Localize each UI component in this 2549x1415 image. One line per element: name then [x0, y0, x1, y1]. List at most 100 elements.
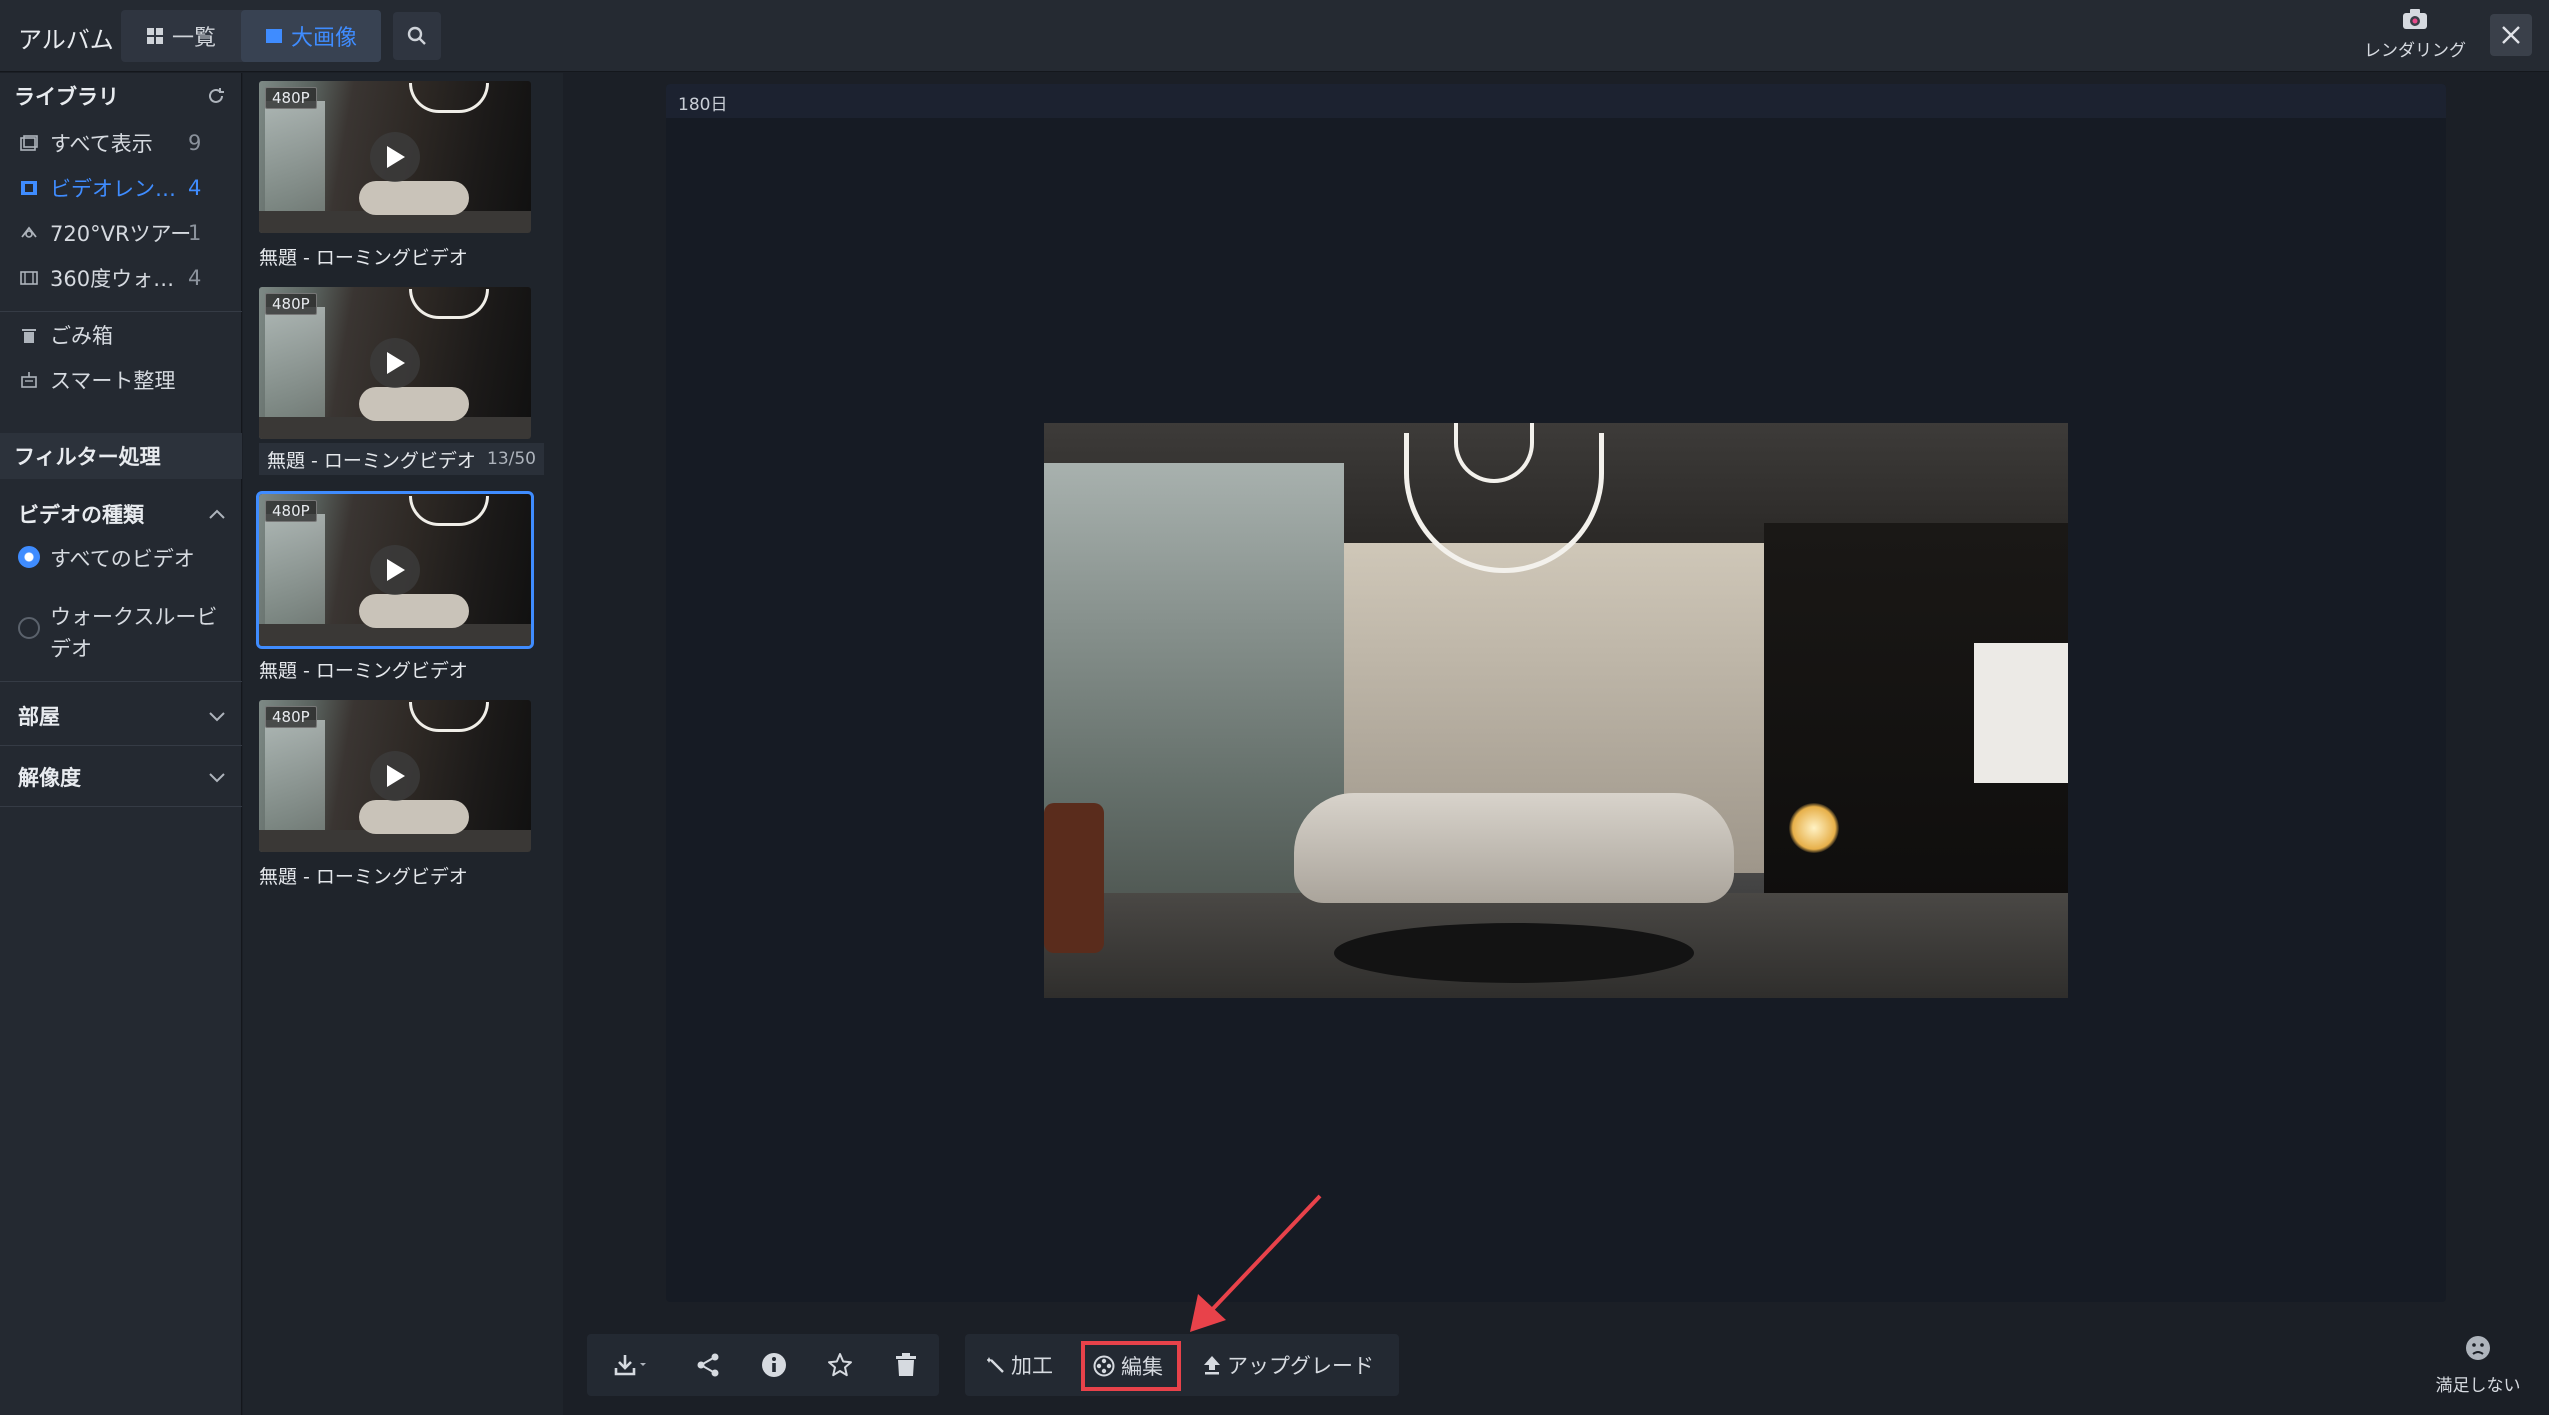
play-button[interactable] — [370, 751, 420, 801]
tab-large-label: 大画像 — [290, 26, 357, 51]
resolution-title: 解像度 — [18, 766, 81, 790]
resolution-header[interactable]: 解像度 — [0, 754, 242, 800]
media-viewer: 180日 — [666, 84, 2446, 1302]
thumbnail-card[interactable]: 480P 無題 - ローミングビデオ — [259, 700, 531, 888]
resolution-badge: 480P — [265, 706, 317, 728]
retention-label: 180日 — [678, 95, 728, 115]
library-title: ライブラリ — [14, 85, 119, 109]
thumbnail-card[interactable]: 480P 無題 - ローミングビデオ 13/50 — [259, 287, 544, 475]
page-counter: 13/50 — [487, 449, 536, 469]
play-icon — [387, 146, 405, 168]
sidebar-item-count: 1 — [188, 221, 202, 245]
thumbnail-title: 無題 - ローミングビデオ — [267, 449, 476, 472]
view-mode-tabs: 一覧 大画像 — [121, 10, 381, 62]
sidebar-item-count: 9 — [188, 131, 202, 155]
radio-label: ウォークスルービデオ — [50, 605, 218, 661]
play-icon — [387, 352, 405, 374]
camera-icon — [2403, 9, 2427, 29]
sidebar-item-label: ごみ箱 — [50, 324, 113, 348]
sidebar-item-label: 360度ウォ… — [50, 267, 175, 291]
search-icon — [407, 26, 426, 45]
trash-icon — [896, 1353, 916, 1376]
tab-list-view[interactable]: 一覧 — [121, 10, 241, 62]
video-thumbnail[interactable]: 480P — [259, 81, 531, 233]
annotation-arrow — [1190, 1194, 1322, 1332]
room-header[interactable]: 部屋 — [0, 693, 242, 739]
sidebar-item-video-render[interactable]: ビデオレン… 4 — [18, 170, 228, 206]
thumbnail-title-row: 無題 - ローミングビデオ — [259, 243, 531, 269]
video-thumbnail[interactable]: 480P — [259, 700, 531, 852]
edit-toolbar: 加工 編集 アップグレード — [965, 1334, 1399, 1396]
resolution-badge: 480P — [265, 293, 317, 315]
sad-face-icon — [2466, 1336, 2490, 1360]
process-button[interactable]: 加工 — [987, 1334, 1053, 1396]
thumbnail-card-selected[interactable]: 480P 無題 - ローミングビデオ — [256, 491, 534, 682]
video-thumbnail[interactable]: 480P — [259, 287, 531, 439]
delete-button[interactable] — [873, 1334, 939, 1396]
radio-label: すべてのビデオ — [50, 547, 195, 571]
upgrade-button[interactable]: アップグレード — [1203, 1334, 1374, 1396]
chevron-down-icon — [209, 712, 225, 722]
tab-list-label: 一覧 — [171, 26, 216, 51]
app-title: アルバム — [18, 26, 114, 54]
radio-button-selected[interactable] — [18, 546, 40, 568]
video-thumbnail[interactable]: 480P — [256, 491, 534, 649]
play-icon — [387, 765, 405, 787]
close-button[interactable] — [2490, 14, 2532, 56]
resolution-badge: 480P — [265, 500, 317, 522]
info-icon — [762, 1353, 786, 1377]
thumbnail-title: 無題 - ローミングビデオ — [259, 659, 468, 682]
thumbnail-card[interactable]: 480P 無題 - ローミングビデオ — [259, 81, 531, 269]
thumbnail-title: 無題 - ローミングビデオ — [259, 246, 468, 269]
video-type-title: ビデオの種類 — [18, 503, 144, 527]
sidebar-item-360-walk[interactable]: 360度ウォ… 4 — [18, 260, 228, 296]
download-button[interactable] — [587, 1334, 675, 1396]
chevron-down-icon — [209, 773, 225, 783]
radio-button[interactable] — [18, 617, 40, 639]
play-button[interactable] — [370, 132, 420, 182]
main-preview-image[interactable] — [1044, 423, 2068, 998]
download-icon — [614, 1355, 646, 1376]
radio-all-videos[interactable]: すべてのビデオ — [18, 543, 228, 573]
sidebar-item-label: すべて表示 — [50, 132, 153, 156]
thumbnail-title-row: 無題 - ローミングビデオ — [259, 656, 531, 682]
images-icon — [20, 135, 38, 151]
favorite-button[interactable] — [807, 1334, 873, 1396]
vr-icon — [21, 226, 37, 238]
play-button[interactable] — [370, 338, 420, 388]
edit-button[interactable]: 編集 — [1081, 1341, 1181, 1391]
share-button[interactable] — [675, 1334, 741, 1396]
sidebar-item-smart-organize[interactable]: スマート整理 — [18, 362, 228, 398]
filter-header: フィルター処理 — [0, 433, 242, 479]
sidebar-item-trash[interactable]: ごみ箱 — [18, 317, 228, 353]
thumbnail-title-row: 無題 - ローミングビデオ — [259, 862, 531, 888]
close-icon — [2502, 26, 2520, 44]
feedback-button[interactable]: 満足しない — [2428, 1335, 2528, 1396]
edit-label: 編集 — [1121, 1355, 1163, 1379]
room-title: 部屋 — [18, 705, 60, 729]
tab-large-image-view[interactable]: 大画像 — [241, 10, 381, 62]
radio-walkthrough-videos[interactable]: ウォークスルービデオ — [18, 601, 228, 665]
play-button[interactable] — [370, 545, 420, 595]
media-action-toolbar — [587, 1334, 939, 1396]
video-type-header[interactable]: ビデオの種類 — [0, 491, 242, 537]
top-bar: アルバム 一覧 大画像 レンダリング — [0, 0, 2549, 72]
sidebar-item-all[interactable]: すべて表示 9 — [18, 125, 228, 161]
divider — [0, 681, 242, 682]
trash-icon — [22, 329, 36, 343]
grid-icon — [146, 28, 163, 44]
sidebar-item-label: スマート整理 — [50, 369, 176, 393]
search-button[interactable] — [393, 12, 441, 60]
refresh-icon[interactable] — [206, 86, 226, 106]
thumbnail-title: 無題 - ローミングビデオ — [259, 865, 468, 888]
rendering-button[interactable]: レンダリング — [2360, 8, 2470, 64]
sidebar-item-count: 4 — [188, 266, 202, 290]
star-icon — [828, 1353, 852, 1377]
info-button[interactable] — [741, 1334, 807, 1396]
sidebar-item-vr-tour[interactable]: 720°VRツアー 1 — [18, 215, 228, 251]
sidebar-item-label: 720°VRツアー — [50, 222, 192, 246]
thumbnail-list: 480P 無題 - ローミングビデオ 480P 無題 - ローミングビデオ 13… — [243, 73, 563, 1415]
upload-arrow-icon — [1204, 1356, 1220, 1375]
divider — [0, 745, 242, 746]
filter-title: フィルター処理 — [14, 445, 161, 469]
